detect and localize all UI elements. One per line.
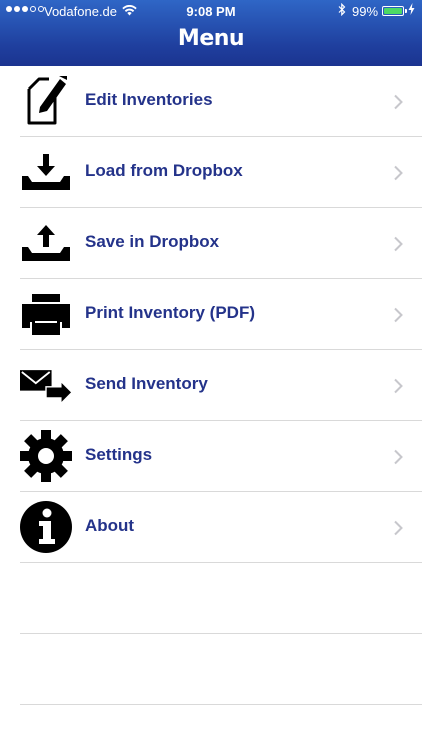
battery-icon <box>382 6 407 16</box>
battery-percentage: 99% <box>352 4 379 19</box>
send-mail-icon <box>20 359 72 411</box>
menu-list: Edit Inventories Load from Dropbox Save … <box>0 66 422 705</box>
menu-item-label: Edit Inventories <box>85 90 213 109</box>
empty-row <box>20 634 422 705</box>
bluetooth-icon <box>338 2 346 19</box>
menu-item-load-from-dropbox[interactable]: Load from Dropbox <box>20 137 422 208</box>
info-icon <box>20 501 72 553</box>
menu-item-settings[interactable]: Settings <box>20 421 422 492</box>
chevron-right-icon <box>392 378 404 394</box>
menu-item-print-inventory[interactable]: Print Inventory (PDF) <box>20 279 422 350</box>
menu-item-label: Load from Dropbox <box>85 161 243 180</box>
menu-item-label: Print Inventory (PDF) <box>85 303 256 322</box>
menu-item-label: Settings <box>85 445 153 464</box>
printer-icon <box>20 288 72 340</box>
edit-document-icon <box>20 75 72 127</box>
page-title: Menu <box>177 26 245 51</box>
charging-icon <box>408 3 415 18</box>
download-tray-icon <box>20 146 72 198</box>
menu-item-save-in-dropbox[interactable]: Save in Dropbox <box>20 208 422 279</box>
menu-item-label: Send Inventory <box>85 374 208 393</box>
chevron-right-icon <box>392 520 404 536</box>
chevron-right-icon <box>392 307 404 323</box>
upload-tray-icon <box>20 217 72 269</box>
menu-item-about[interactable]: About <box>20 492 422 563</box>
menu-item-edit-inventories[interactable]: Edit Inventories <box>20 66 422 137</box>
menu-item-label: Save in Dropbox <box>85 232 220 251</box>
chevron-right-icon <box>392 165 404 181</box>
navigation-bar: Vodafone.de 9:08 PM 99% Menu <box>0 0 422 66</box>
status-bar: Vodafone.de 9:08 PM 99% <box>0 0 422 24</box>
chevron-right-icon <box>392 449 404 465</box>
menu-item-send-inventory[interactable]: Send Inventory <box>20 350 422 421</box>
chevron-right-icon <box>392 94 404 110</box>
menu-item-label: About <box>85 516 135 535</box>
gear-icon <box>20 430 72 482</box>
chevron-right-icon <box>392 236 404 252</box>
empty-row <box>20 563 422 634</box>
